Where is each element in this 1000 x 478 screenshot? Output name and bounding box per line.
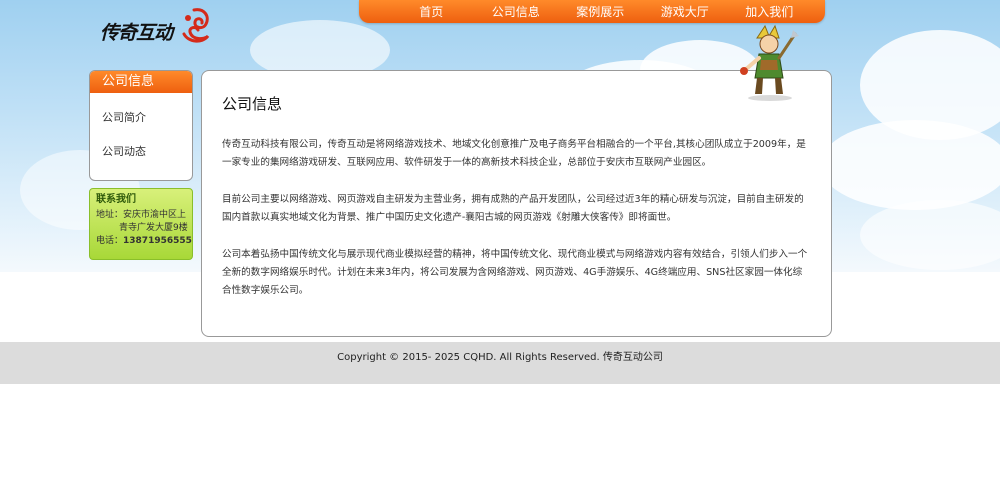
content-panel: 公司信息 传奇互动科技有限公司，传奇互动是将网络游戏技术、地域文化创意推广及电子…	[201, 70, 832, 337]
contact-phone: 13871956555	[123, 236, 192, 246]
contact-title: 联系我们	[96, 194, 136, 205]
footer-copyright: Copyright © 2015- 2025 CQHD. All Rights …	[337, 352, 663, 363]
nav-item-home[interactable]: 首页	[389, 3, 474, 20]
site-logo[interactable]: 传奇互动	[100, 8, 215, 48]
nav-item-game-hall[interactable]: 游戏大厅	[643, 3, 728, 20]
content-paragraph: 公司本着弘扬中国传统文化与展示现代商业模拟经营的精神，将中国传统文化、现代商业模…	[222, 249, 808, 296]
sidebar-link-company-intro[interactable]: 公司简介	[90, 101, 192, 135]
contact-address-line1: 安庆市渝中区上	[123, 210, 187, 220]
sidebar-title: 公司信息	[90, 71, 192, 93]
contact-address-label: 地址：	[96, 210, 124, 220]
content-paragraph: 目前公司主要以网络游戏、网页游戏自主研发为主营业务，拥有成熟的产品开发团队，公司…	[222, 194, 804, 223]
contact-card: 联系我们 地址：安庆市渝中区上 青寺广发大厦9楼 电话：13871956555	[89, 188, 193, 260]
sidebar-link-company-news[interactable]: 公司动态	[90, 135, 192, 169]
contact-address-row: 地址：安庆市渝中区上	[96, 209, 186, 222]
page-title: 公司信息	[222, 95, 283, 113]
nav-item-cases[interactable]: 案例展示	[558, 3, 643, 20]
logo-text: 传奇互动	[100, 22, 173, 44]
contact-phone-label: 电话：	[96, 236, 124, 246]
nav-item-join-us[interactable]: 加入我们	[727, 3, 812, 20]
main-nav: 首页 公司信息 案例展示 游戏大厅 加入我们	[359, 0, 825, 23]
contact-address-line2: 青寺广发大厦9楼	[119, 223, 188, 233]
contact-phone-row: 电话：13871956555	[96, 235, 192, 248]
nav-item-company-info[interactable]: 公司信息	[474, 3, 559, 20]
hero-character-image	[740, 24, 799, 101]
footer: Copyright © 2015- 2025 CQHD. All Rights …	[0, 342, 1000, 384]
content-paragraph: 传奇互动科技有限公司，传奇互动是将网络游戏技术、地域文化创意推广及电子商务平台相…	[222, 139, 806, 168]
sidebar-menu: 公司信息 公司简介 公司动态	[89, 70, 193, 181]
dragon-swirl-icon	[182, 8, 210, 43]
